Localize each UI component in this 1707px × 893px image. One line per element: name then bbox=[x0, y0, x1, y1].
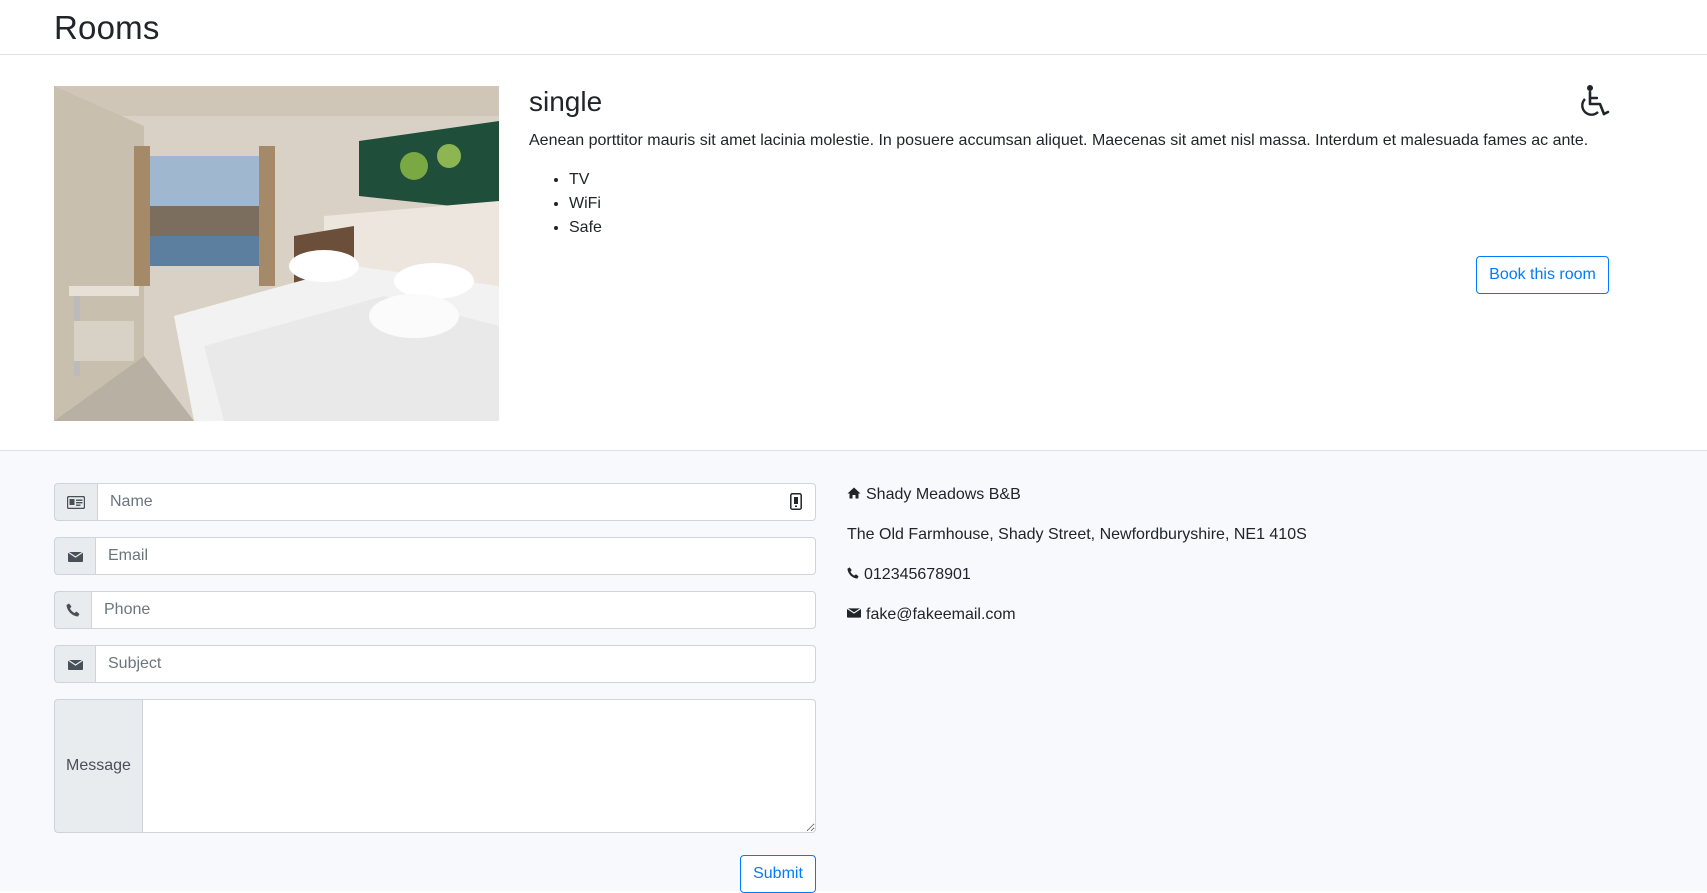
page-header: Rooms bbox=[0, 0, 1707, 55]
room-description: Aenean porttitor mauris sit amet lacinia… bbox=[529, 132, 1589, 149]
amenity-item: TV bbox=[569, 168, 602, 192]
envelope-icon bbox=[54, 537, 95, 575]
subject-input[interactable] bbox=[95, 645, 816, 683]
amenity-item: WiFi bbox=[569, 192, 602, 216]
phone-field-group bbox=[54, 591, 816, 629]
business-name: Shady Meadows B&B bbox=[847, 485, 1021, 505]
submit-button[interactable]: Submit bbox=[740, 855, 816, 893]
business-email: fake@fakeemail.com bbox=[846, 605, 1016, 625]
amenities-list: TV WiFi Safe bbox=[529, 168, 602, 240]
message-textarea[interactable] bbox=[142, 699, 816, 833]
phone-icon bbox=[54, 591, 91, 629]
message-label: Message bbox=[66, 757, 131, 774]
room-image bbox=[54, 86, 499, 421]
room-type-title: single bbox=[529, 86, 603, 117]
book-room-button[interactable]: Book this room bbox=[1476, 256, 1609, 294]
id-card-icon bbox=[54, 483, 97, 521]
email-field-group bbox=[54, 537, 816, 575]
message-addon: Message bbox=[54, 699, 142, 833]
business-email-text: fake@fakeemail.com bbox=[866, 606, 1016, 623]
envelope-icon bbox=[846, 605, 862, 625]
business-phone-text: 012345678901 bbox=[864, 566, 971, 583]
message-field-group: Message bbox=[54, 699, 816, 833]
envelope-icon bbox=[54, 645, 95, 683]
business-phone: 012345678901 bbox=[847, 565, 971, 585]
business-address-text: The Old Farmhouse, Shady Street, Newford… bbox=[847, 526, 1307, 543]
business-name-text: Shady Meadows B&B bbox=[866, 486, 1021, 503]
name-input[interactable] bbox=[97, 483, 816, 521]
password-manager-icon[interactable] bbox=[790, 493, 802, 510]
home-icon bbox=[847, 485, 861, 505]
business-address: The Old Farmhouse, Shady Street, Newford… bbox=[847, 525, 1307, 545]
contact-section: Message Submit Shady Meadows B&B The Old… bbox=[0, 450, 1707, 893]
amenity-item: Safe bbox=[569, 216, 602, 240]
wheelchair-icon bbox=[1576, 84, 1610, 120]
subject-field-group bbox=[54, 645, 816, 683]
phone-input[interactable] bbox=[91, 591, 816, 629]
email-input[interactable] bbox=[95, 537, 816, 575]
phone-icon bbox=[847, 565, 859, 585]
page-title: Rooms bbox=[54, 9, 160, 46]
name-field-group bbox=[54, 483, 816, 521]
